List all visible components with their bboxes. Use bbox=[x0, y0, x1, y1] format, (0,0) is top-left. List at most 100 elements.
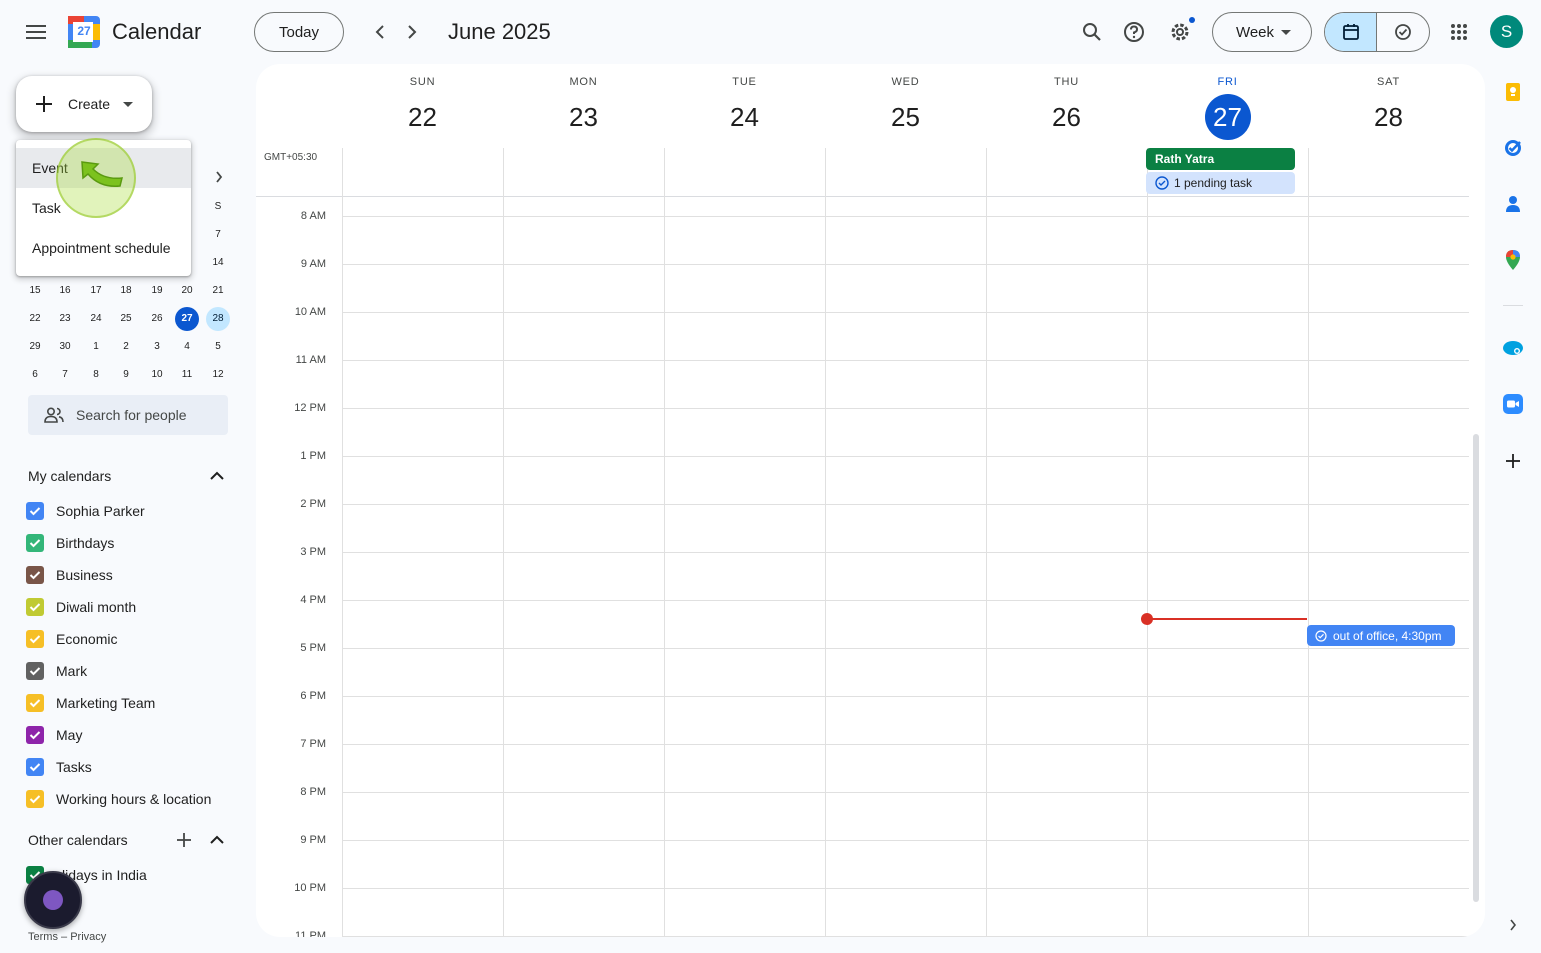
mini-cal-day[interactable]: 23 bbox=[53, 307, 77, 331]
contacts-icon[interactable] bbox=[1497, 188, 1529, 220]
calendar-checkbox[interactable] bbox=[26, 630, 44, 648]
calendar-item[interactable]: Working hours & location bbox=[26, 787, 211, 811]
other-calendars-header[interactable]: Other calendars bbox=[28, 830, 228, 850]
tasks-view-toggle[interactable] bbox=[1377, 13, 1429, 51]
day-number[interactable]: 27 bbox=[1204, 94, 1251, 140]
search-people-box[interactable]: Search for people bbox=[28, 395, 228, 435]
privacy-link[interactable]: Privacy bbox=[70, 931, 106, 943]
zoom-icon[interactable] bbox=[1497, 388, 1529, 420]
calendar-checkbox[interactable] bbox=[26, 758, 44, 776]
calendar-item[interactable]: Birthdays bbox=[26, 531, 114, 555]
calendar-checkbox[interactable] bbox=[26, 662, 44, 680]
terms-link[interactable]: Terms bbox=[28, 931, 58, 943]
create-button[interactable]: Create bbox=[16, 76, 152, 132]
day-header-thu[interactable]: THU 26 bbox=[986, 76, 1147, 140]
mini-cal-day[interactable]: 5 bbox=[206, 335, 230, 359]
tasks-icon[interactable] bbox=[1497, 132, 1529, 164]
mini-cal-day[interactable]: 7 bbox=[206, 223, 230, 247]
day-number[interactable]: 24 bbox=[722, 94, 768, 140]
mini-cal-day[interactable]: 6 bbox=[23, 363, 47, 387]
mini-cal-day[interactable]: 8 bbox=[84, 363, 108, 387]
mini-cal-day[interactable]: 29 bbox=[23, 335, 47, 359]
mini-cal-day[interactable]: 7 bbox=[53, 363, 77, 387]
mini-cal-day[interactable]: 1 bbox=[84, 335, 108, 359]
chevron-up-icon[interactable] bbox=[210, 835, 224, 845]
assistant-bubble[interactable] bbox=[24, 871, 82, 929]
expand-panel-icon[interactable] bbox=[1497, 909, 1529, 941]
add-calendar-icon[interactable] bbox=[176, 832, 192, 848]
calendar-checkbox[interactable] bbox=[26, 726, 44, 744]
mini-cal-day[interactable]: 10 bbox=[145, 363, 169, 387]
keep-icon[interactable] bbox=[1497, 76, 1529, 108]
day-header-sun[interactable]: SUN 22 bbox=[342, 76, 503, 140]
calendar-item[interactable]: Economic bbox=[26, 627, 117, 651]
calendar-checkbox[interactable] bbox=[26, 502, 44, 520]
chevron-up-icon[interactable] bbox=[210, 471, 224, 481]
mini-cal-day[interactable]: 24 bbox=[84, 307, 108, 331]
day-header-fri[interactable]: FRI 27 bbox=[1147, 76, 1308, 140]
search-icon[interactable] bbox=[1072, 12, 1112, 52]
calendar-checkbox[interactable] bbox=[26, 694, 44, 712]
mini-cal-day[interactable]: 27 bbox=[175, 307, 199, 331]
day-header-tue[interactable]: TUE 24 bbox=[664, 76, 825, 140]
mini-cal-day[interactable]: 18 bbox=[114, 279, 138, 303]
add-addon-icon[interactable] bbox=[1497, 445, 1529, 477]
mini-cal-day[interactable]: 14 bbox=[206, 251, 230, 275]
mini-cal-day[interactable]: 3 bbox=[145, 335, 169, 359]
mini-cal-day[interactable]: 26 bbox=[145, 307, 169, 331]
calendar-item[interactable]: Sophia Parker bbox=[26, 499, 145, 523]
day-header-sat[interactable]: SAT 28 bbox=[1308, 76, 1469, 140]
mini-cal-day[interactable]: 9 bbox=[114, 363, 138, 387]
mini-cal-day[interactable]: 12 bbox=[206, 363, 230, 387]
mini-cal-day[interactable]: 25 bbox=[114, 307, 138, 331]
calendar-item[interactable]: Diwali month bbox=[26, 595, 136, 619]
mini-cal-day[interactable]: 22 bbox=[23, 307, 47, 331]
mini-cal-day[interactable]: 2 bbox=[114, 335, 138, 359]
event-out-of-office[interactable]: out of office, 4:30pm bbox=[1307, 625, 1455, 646]
calendar-checkbox[interactable] bbox=[26, 790, 44, 808]
calendar-item[interactable]: Business bbox=[26, 563, 113, 587]
day-number[interactable]: 26 bbox=[1044, 94, 1090, 140]
mini-cal-day[interactable]: 21 bbox=[206, 279, 230, 303]
mini-cal-day[interactable]: 28 bbox=[206, 307, 230, 331]
mini-cal-next-icon[interactable] bbox=[199, 157, 239, 197]
mini-cal-day[interactable]: 19 bbox=[145, 279, 169, 303]
apps-grid-icon[interactable] bbox=[1439, 12, 1479, 52]
settings-gear-icon[interactable] bbox=[1160, 12, 1200, 52]
account-avatar[interactable]: S bbox=[1490, 15, 1523, 48]
calendar-checkbox[interactable] bbox=[26, 566, 44, 584]
calendar-logo[interactable]: 27 bbox=[68, 16, 100, 48]
calendar-item[interactable]: Marketing Team bbox=[26, 691, 155, 715]
my-calendars-header[interactable]: My calendars bbox=[28, 466, 228, 486]
salesforce-icon[interactable] bbox=[1497, 332, 1529, 364]
mini-cal-day[interactable]: 17 bbox=[84, 279, 108, 303]
allday-event-rath-yatra[interactable]: Rath Yatra bbox=[1146, 148, 1295, 170]
mini-cal-day[interactable]: 30 bbox=[53, 335, 77, 359]
day-header-mon[interactable]: MON 23 bbox=[503, 76, 664, 140]
calendar-checkbox[interactable] bbox=[26, 534, 44, 552]
day-header-wed[interactable]: WED 25 bbox=[825, 76, 986, 140]
day-number[interactable]: 22 bbox=[400, 94, 446, 140]
help-icon[interactable] bbox=[1114, 12, 1154, 52]
today-button[interactable]: Today bbox=[254, 12, 344, 52]
mini-cal-day[interactable]: 4 bbox=[175, 335, 199, 359]
mini-cal-day[interactable]: 15 bbox=[23, 279, 47, 303]
calendar-item[interactable]: Tasks bbox=[26, 755, 92, 779]
calendar-view-toggle[interactable] bbox=[1325, 13, 1378, 51]
next-week-icon[interactable] bbox=[392, 12, 432, 52]
maps-icon[interactable] bbox=[1497, 244, 1529, 276]
calendar-item[interactable]: Mark bbox=[26, 659, 87, 683]
grid-scrollbar[interactable] bbox=[1473, 434, 1479, 902]
mini-cal-day[interactable]: 16 bbox=[53, 279, 77, 303]
calendar-checkbox[interactable] bbox=[26, 598, 44, 616]
mini-cal-day[interactable]: 11 bbox=[175, 363, 199, 387]
mini-cal-day[interactable]: 20 bbox=[175, 279, 199, 303]
pending-task-chip[interactable]: 1 pending task bbox=[1146, 172, 1295, 194]
day-number[interactable]: 23 bbox=[561, 94, 607, 140]
view-selector-button[interactable]: Week bbox=[1212, 12, 1312, 52]
calendar-item[interactable]: May bbox=[26, 723, 82, 747]
create-menu-appointment-schedule[interactable]: Appointment schedule bbox=[16, 228, 191, 268]
day-number[interactable]: 28 bbox=[1366, 94, 1412, 140]
main-menu-icon[interactable] bbox=[16, 12, 56, 52]
day-number[interactable]: 25 bbox=[883, 94, 929, 140]
